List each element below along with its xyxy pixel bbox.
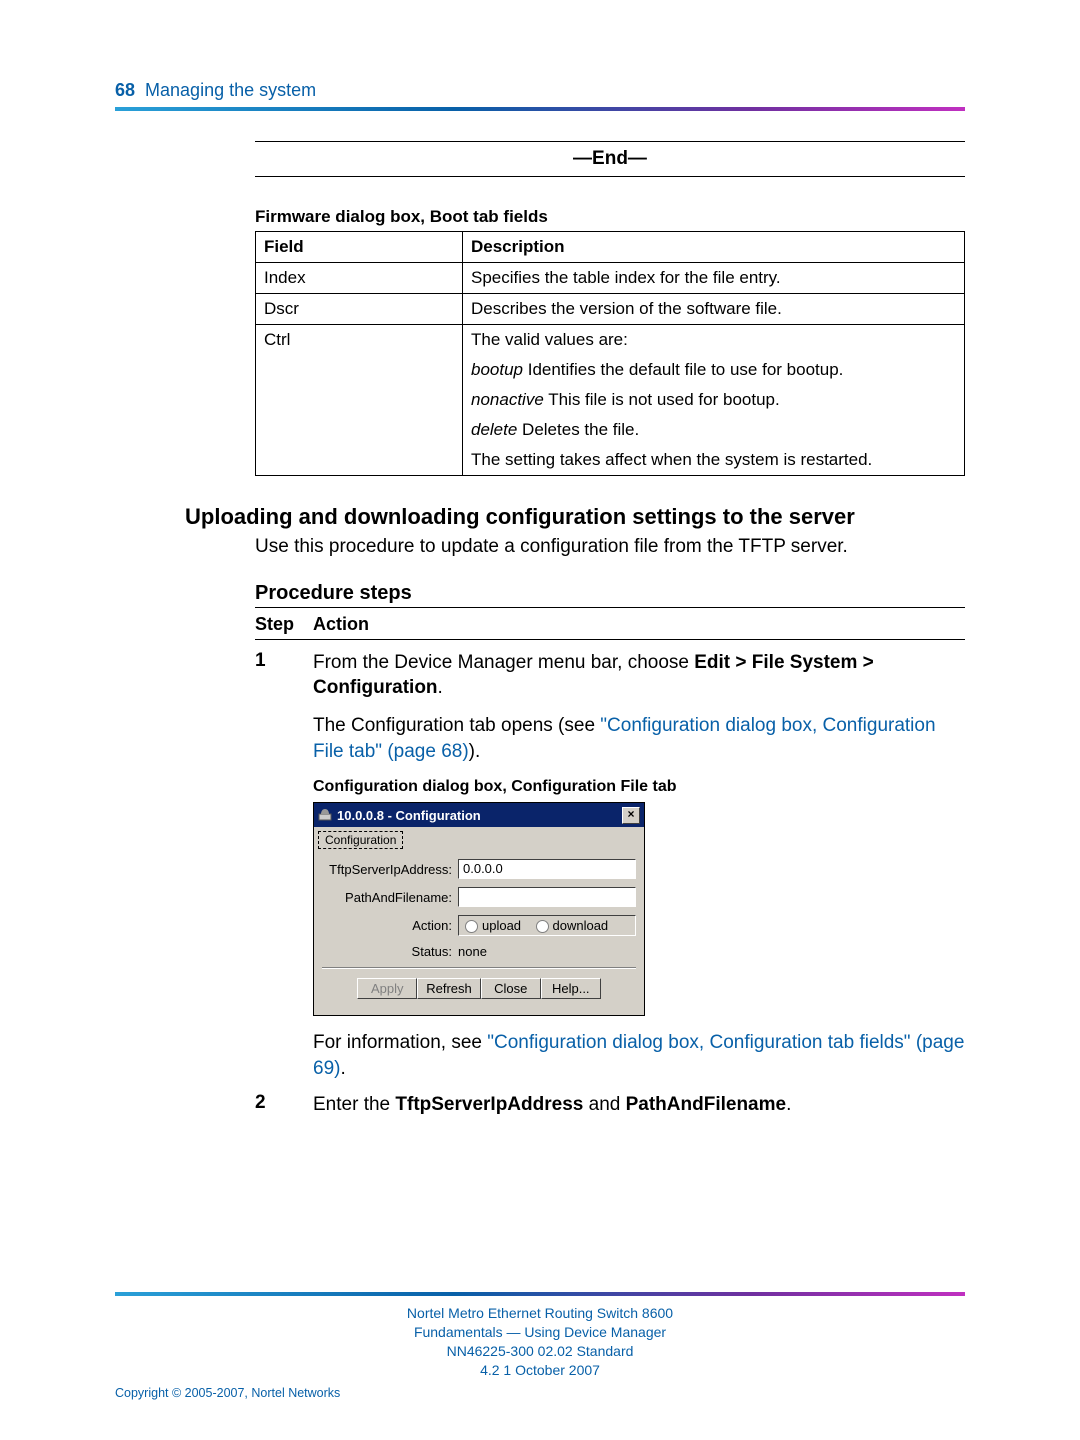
running-header: 68 Managing the system <box>115 80 965 101</box>
section-intro: Use this procedure to update a configura… <box>255 534 965 560</box>
step-1: 1 From the Device Manager menu bar, choo… <box>255 650 965 1082</box>
table-row: Index Specifies the table index for the … <box>256 263 965 294</box>
dialog-tabstrip: Configuration <box>314 827 644 849</box>
app-icon <box>318 808 332 822</box>
tftp-ip-input[interactable]: 0.0.0.0 <box>458 859 636 879</box>
table-row: Dscr Describes the version of the softwa… <box>256 294 965 325</box>
page: 68 Managing the system —End— Firmware di… <box>0 0 1080 1440</box>
table1-caption: Firmware dialog box, Boot tab fields <box>255 207 965 227</box>
th-description: Description <box>463 232 965 263</box>
section-heading: Uploading and downloading configuration … <box>185 504 965 530</box>
close-icon[interactable]: × <box>622 807 640 824</box>
step-number: 2 <box>255 1092 313 1118</box>
page-footer: Nortel Metro Ethernet Routing Switch 860… <box>115 1292 965 1400</box>
apply-button[interactable]: Apply <box>357 978 417 999</box>
configuration-dialog: 10.0.0.8 - Configuration × Configuration… <box>313 802 645 1016</box>
th-field: Field <box>256 232 463 263</box>
step-number: 1 <box>255 650 313 1082</box>
firmware-fields-table: Field Description Index Specifies the ta… <box>255 231 965 476</box>
dialog-titlebar: 10.0.0.8 - Configuration × <box>314 803 644 827</box>
procedure-heading: Procedure steps <box>255 582 965 608</box>
dialog-button-row: ApplyRefreshCloseHelp... <box>322 978 636 1009</box>
dialog-title: 10.0.0.8 - Configuration <box>337 808 481 823</box>
table-row: Ctrl The valid values are: bootup Identi… <box>256 325 965 476</box>
status-value: none <box>458 944 487 959</box>
label-tftp-ip: TftpServerIpAddress: <box>322 862 458 877</box>
col-step: Step <box>255 614 313 635</box>
footer-line: Nortel Metro Ethernet Routing Switch 860… <box>115 1304 965 1323</box>
close-button[interactable]: Close <box>481 978 541 999</box>
end-marker-block: —End— <box>255 141 965 177</box>
footer-line: NN46225-300 02.02 Standard <box>115 1342 965 1361</box>
footer-line: 4.2 1 October 2007 <box>115 1361 965 1380</box>
help-button[interactable]: Help... <box>541 978 601 999</box>
radio-upload[interactable] <box>465 920 478 933</box>
copyright: Copyright © 2005-2007, Nortel Networks <box>115 1386 965 1400</box>
step-body: Enter the TftpServerIpAddress and PathAn… <box>313 1092 965 1118</box>
tab-configuration[interactable]: Configuration <box>318 831 403 849</box>
step-body: From the Device Manager menu bar, choose… <box>313 650 965 1082</box>
label-status: Status: <box>322 944 458 959</box>
path-filename-input[interactable] <box>458 887 636 907</box>
steps-table-header: Step Action <box>255 610 965 640</box>
page-number: 68 <box>115 80 135 101</box>
dialog-caption: Configuration dialog box, Configuration … <box>313 778 965 796</box>
header-rule <box>115 107 965 111</box>
radio-download[interactable] <box>536 920 549 933</box>
chapter-title: Managing the system <box>145 80 316 101</box>
footer-line: Fundamentals — Using Device Manager <box>115 1323 965 1342</box>
footer-rule <box>115 1292 965 1296</box>
end-label: —End— <box>255 142 965 176</box>
content-column: —End— Firmware dialog box, Boot tab fiel… <box>255 141 965 476</box>
col-action: Action <box>313 614 369 635</box>
step-2: 2 Enter the TftpServerIpAddress and Path… <box>255 1092 965 1118</box>
label-action: Action: <box>322 918 458 933</box>
label-path: PathAndFilename: <box>322 890 458 905</box>
refresh-button[interactable]: Refresh <box>417 978 481 999</box>
